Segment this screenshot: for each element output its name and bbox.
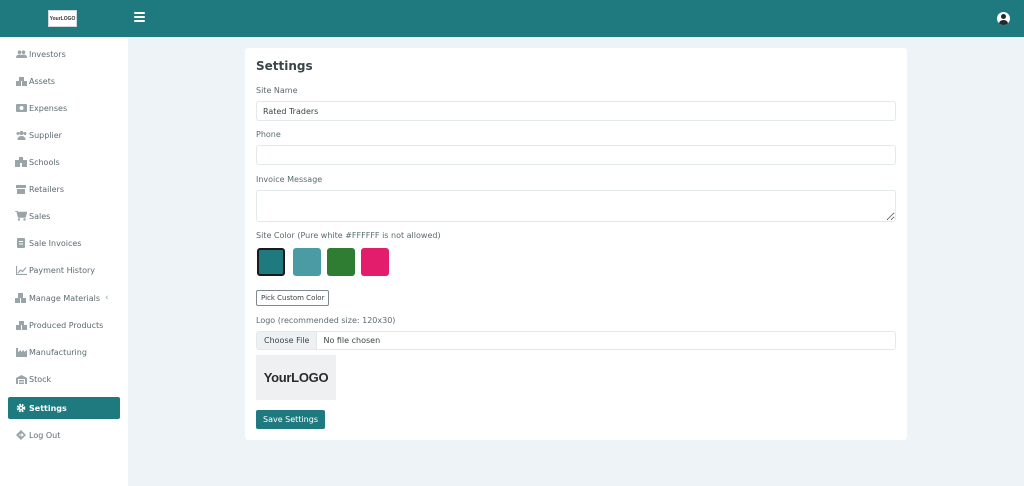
sidebar-item-produced-products[interactable]: Produced Products: [8, 314, 120, 336]
hamburger-icon[interactable]: [134, 12, 145, 24]
color-swatch-teal[interactable]: [257, 248, 285, 276]
money-icon: [15, 103, 27, 113]
invoice-icon: [15, 238, 27, 248]
sidebar-item-expenses[interactable]: Expenses: [8, 97, 120, 119]
sidebar-item-logout[interactable]: Log Out: [8, 424, 120, 446]
gear-icon: [15, 403, 27, 413]
sidebar-item-sale-invoices[interactable]: Sale Invoices: [8, 232, 120, 254]
cubes-icon: [15, 293, 27, 303]
boxes-icon: [15, 320, 27, 330]
boxes-icon: [15, 76, 27, 86]
sidebar-item-manage-materials[interactable]: Manage Materials ‹: [8, 287, 120, 309]
logo-preview-image: YourLOGO: [256, 355, 336, 400]
sidebar-item-label: Sale Invoices: [29, 238, 82, 248]
save-settings-button[interactable]: Save Settings: [256, 410, 325, 429]
file-status-text: No file chosen: [323, 336, 381, 345]
color-swatch-green[interactable]: [327, 248, 355, 276]
logout-icon: [15, 430, 27, 440]
logo-file-input[interactable]: Choose File No file chosen: [256, 331, 896, 350]
sidebar-item-label: Expenses: [29, 103, 68, 113]
invoice-message-label: Invoice Message: [256, 175, 323, 184]
settings-card: Settings Site Name Phone Invoice Message…: [245, 48, 907, 440]
chevron-left-icon: ‹: [105, 293, 109, 303]
sidebar-item-payment-history[interactable]: Payment History: [8, 259, 120, 281]
users-group-icon: [15, 130, 27, 140]
industry-icon: [15, 347, 27, 357]
sidebar-item-schools[interactable]: Schools: [8, 151, 120, 173]
logo-preview-text: YourLOGO: [263, 370, 329, 385]
site-color-label: Site Color (Pure white #FFFFFF is not al…: [256, 231, 441, 240]
sidebar-item-label: Manufacturing: [29, 347, 87, 357]
sidebar-item-supplier[interactable]: Supplier: [8, 124, 120, 146]
sidebar: Investors Assets Expenses Supplier Schoo…: [0, 37, 128, 486]
choose-file-button[interactable]: Choose File: [257, 332, 318, 349]
sidebar-item-label: Investors: [29, 49, 66, 59]
phone-input[interactable]: [256, 145, 896, 165]
page-title: Settings: [256, 59, 313, 73]
sidebar-item-sales[interactable]: Sales: [8, 205, 120, 227]
sidebar-item-assets[interactable]: Assets: [8, 70, 120, 92]
sidebar-item-investors[interactable]: Investors: [8, 43, 120, 65]
sidebar-item-label: Settings: [29, 403, 67, 413]
chart-line-icon: [15, 265, 27, 275]
pick-custom-color-button[interactable]: Pick Custom Color: [256, 290, 330, 306]
site-name-input[interactable]: [256, 101, 896, 121]
color-swatch-light-teal[interactable]: [293, 248, 321, 276]
school-icon: [15, 157, 27, 167]
invoice-message-textarea[interactable]: [256, 190, 896, 222]
brand-logo-text: YourLOGO: [49, 15, 76, 22]
sidebar-item-label: Produced Products: [29, 320, 104, 330]
brand-logo[interactable]: YourLOGO: [48, 10, 77, 27]
warehouse-icon: [15, 374, 27, 384]
sidebar-item-label: Assets: [29, 76, 56, 86]
users-icon: [15, 49, 27, 59]
cart-icon: [15, 211, 27, 221]
sidebar-item-label: Supplier: [29, 130, 62, 140]
sidebar-item-label: Payment History: [29, 265, 96, 275]
sidebar-item-label: Retailers: [29, 184, 64, 194]
sidebar-item-retailers[interactable]: Retailers: [8, 178, 120, 200]
sidebar-item-label: Stock: [29, 374, 52, 384]
user-avatar-icon[interactable]: [997, 12, 1010, 25]
color-swatch-pink[interactable]: [361, 248, 389, 276]
site-name-label: Site Name: [256, 86, 298, 95]
logo-label: Logo (recommended size: 120x30): [256, 316, 396, 325]
sidebar-item-label: Schools: [29, 157, 60, 167]
phone-label: Phone: [256, 130, 281, 139]
top-bar: YourLOGO: [0, 0, 1024, 37]
store-icon: [15, 184, 27, 194]
sidebar-item-stock[interactable]: Stock: [8, 368, 120, 390]
sidebar-item-label: Sales: [29, 211, 51, 221]
sidebar-item-settings[interactable]: Settings: [8, 397, 120, 419]
sidebar-item-manufacturing[interactable]: Manufacturing: [8, 341, 120, 363]
sidebar-item-label: Log Out: [29, 430, 61, 440]
sidebar-item-label: Manage Materials: [29, 293, 100, 303]
